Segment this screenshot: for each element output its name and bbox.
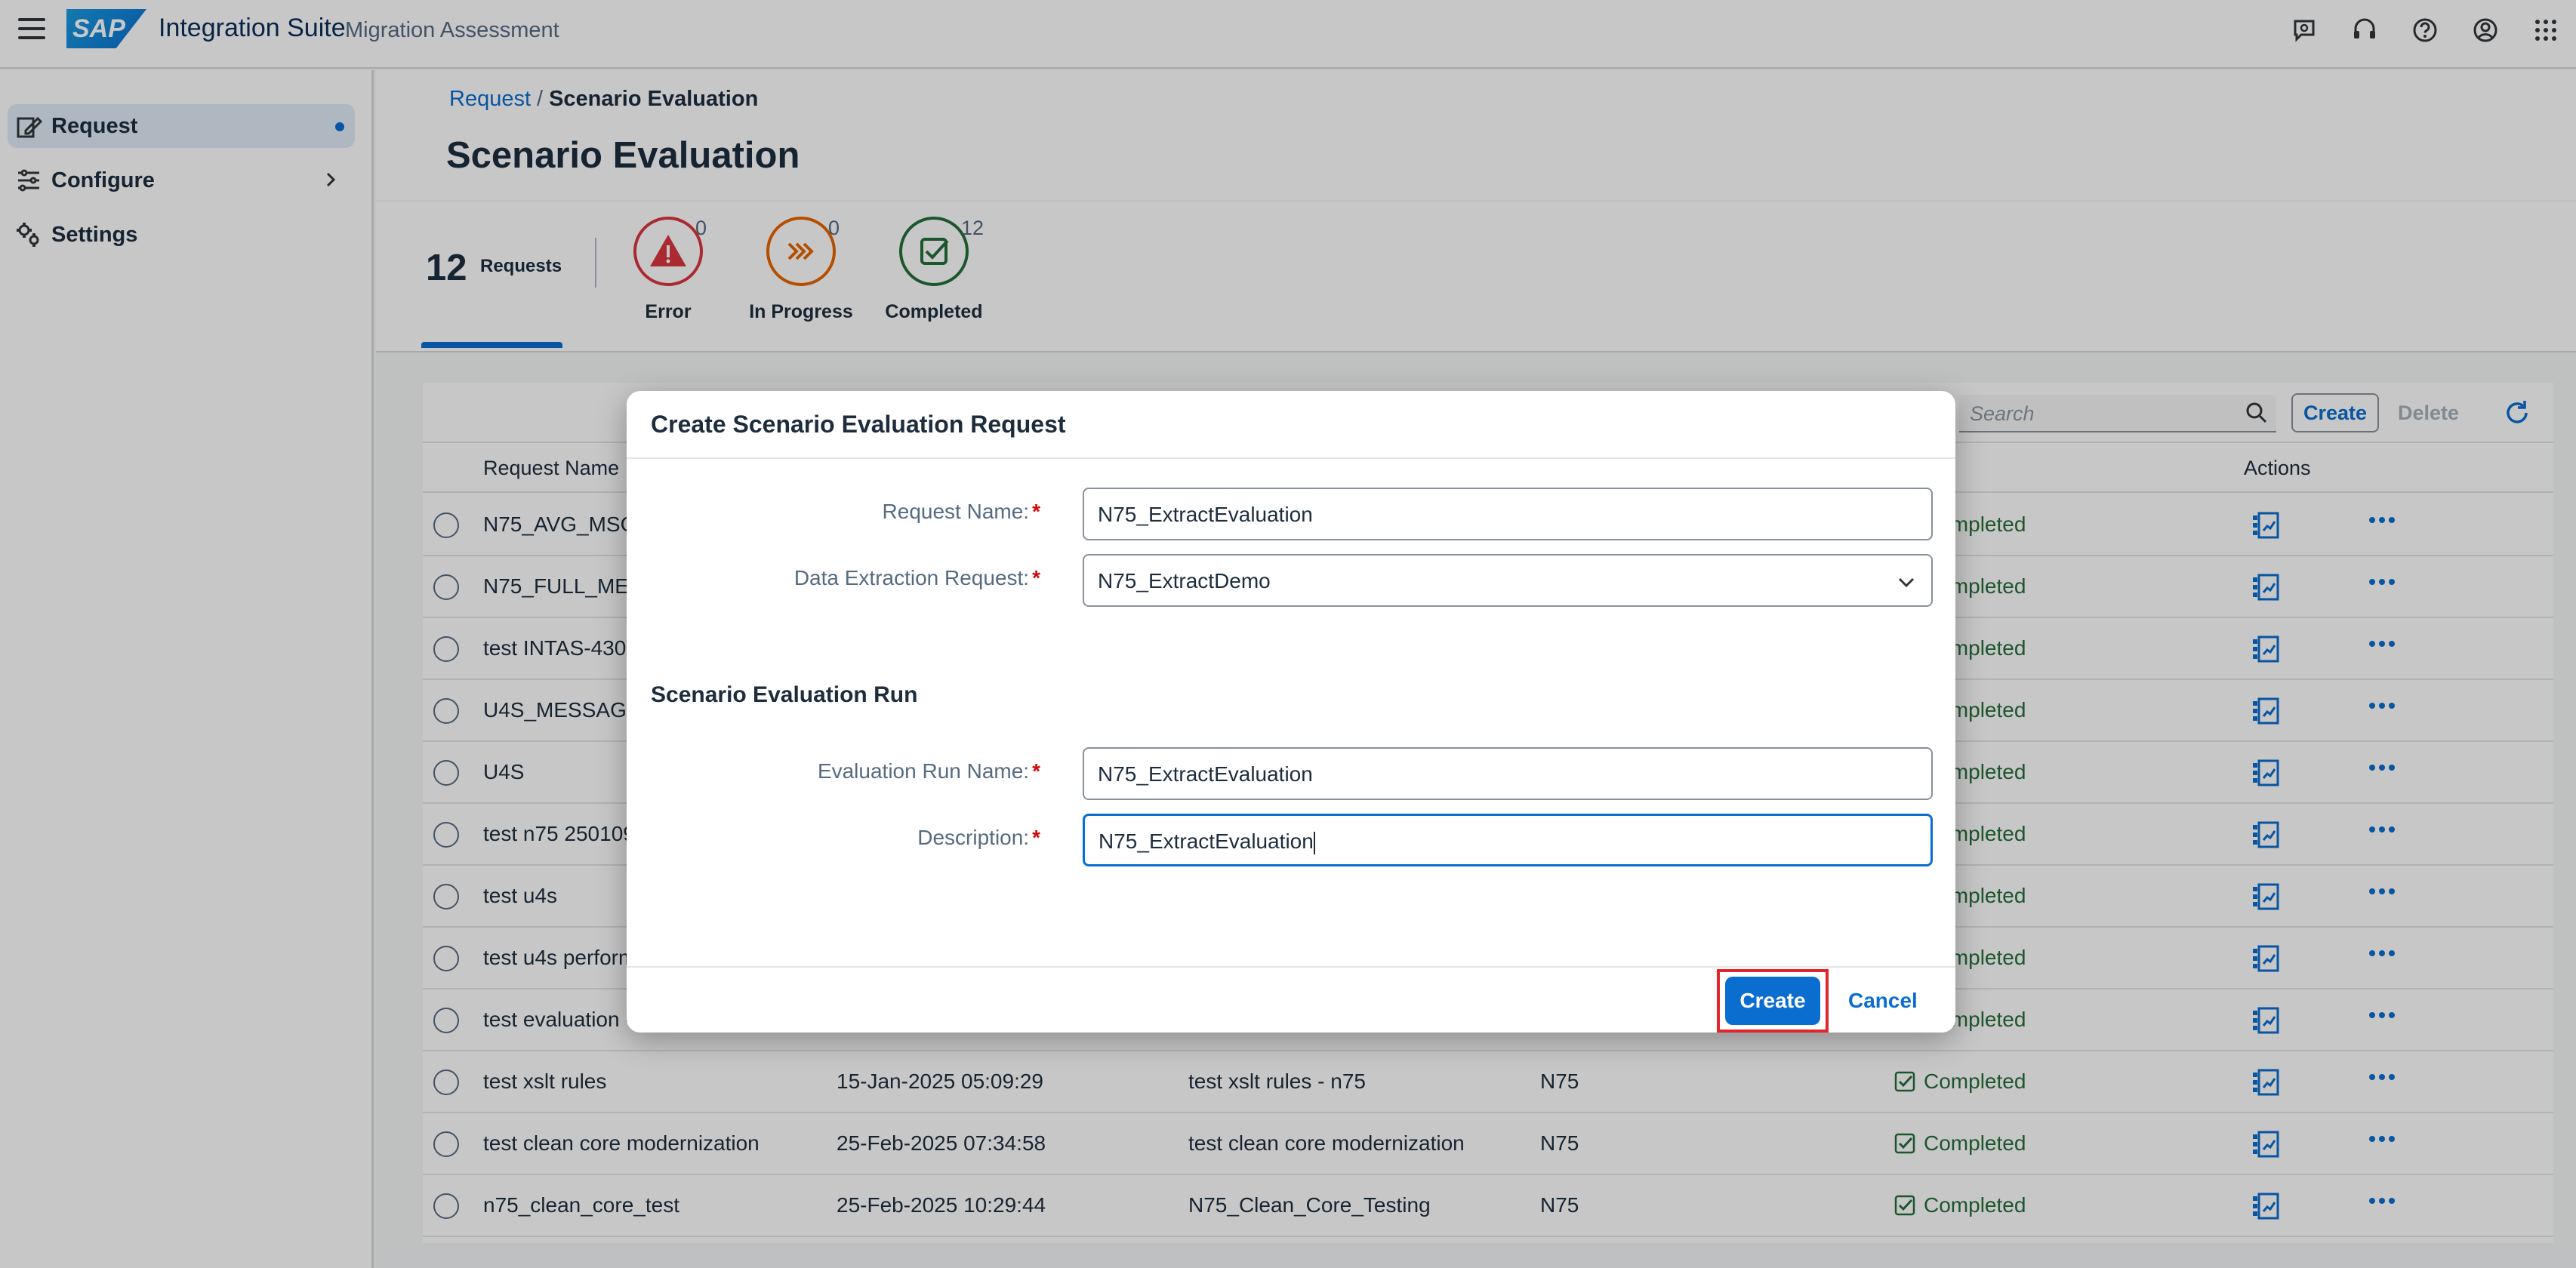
chevron-down-icon[interactable] (1895, 571, 1918, 597)
create-scenario-evaluation-dialog: Create Scenario Evaluation Request Reque… (627, 391, 1955, 1033)
request-name-input[interactable]: N75_ExtractEvaluation (1083, 488, 1933, 540)
request-name-value: N75_ExtractEvaluation (1098, 503, 1313, 526)
required-marker: * (1032, 566, 1040, 589)
run-name-value: N75_ExtractEvaluation (1098, 762, 1313, 786)
request-name-label: Request Name: * (882, 500, 1040, 523)
section-title: Scenario Evaluation Run (651, 682, 918, 707)
required-marker: * (1032, 759, 1040, 783)
required-marker: * (1032, 826, 1040, 849)
data-extraction-label: Data Extraction Request: * (793, 566, 1040, 589)
run-name-label: Evaluation Run Name: * (817, 759, 1040, 783)
text-cursor (1313, 831, 1315, 854)
required-marker: * (1032, 500, 1040, 523)
dialog-footer: Create Cancel (627, 966, 1955, 1033)
dialog-header: Create Scenario Evaluation Request (627, 391, 1955, 459)
data-extraction-value: N75_ExtractDemo (1098, 569, 1271, 592)
dialog-title: Create Scenario Evaluation Request (651, 411, 1066, 438)
highlight-box (1717, 969, 1829, 1033)
run-name-input[interactable]: N75_ExtractEvaluation (1083, 747, 1933, 800)
description-label: Description: * (917, 826, 1040, 849)
data-extraction-select[interactable]: N75_ExtractDemo (1083, 554, 1933, 607)
cancel-button[interactable]: Cancel (1848, 989, 1918, 1013)
description-value: N75_ExtractEvaluation (1098, 829, 1314, 853)
description-input[interactable]: N75_ExtractEvaluation (1083, 814, 1933, 866)
